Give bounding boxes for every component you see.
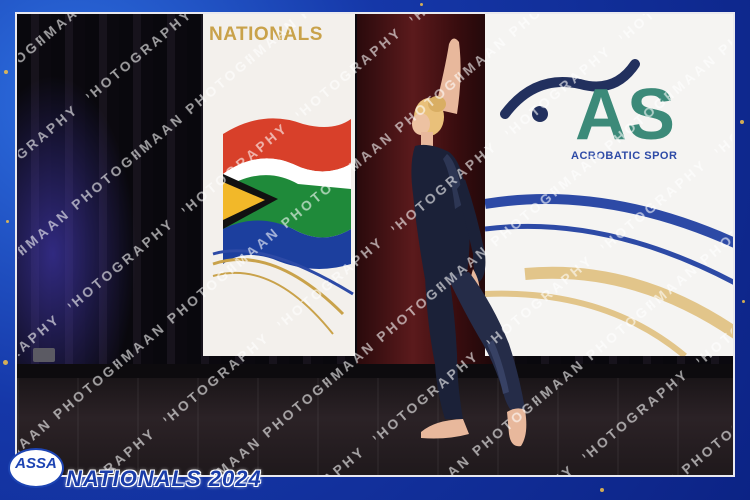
sparkle xyxy=(6,220,9,223)
stage-photo: NATIONALS AS ACROBATIC SPOR xyxy=(15,12,735,477)
gymnast-figure xyxy=(411,38,527,447)
sparkle xyxy=(3,360,8,365)
sparkle xyxy=(4,70,8,74)
photo-frame: NATIONALS AS ACROBATIC SPOR ASSA NATIONA… xyxy=(0,0,750,500)
sparkle xyxy=(420,3,423,6)
sparkle xyxy=(742,300,745,303)
logo-text: ASSA xyxy=(15,455,57,472)
sparkle xyxy=(740,120,744,124)
event-title: NATIONALS 2024 xyxy=(66,466,262,491)
sparkle xyxy=(600,488,604,492)
